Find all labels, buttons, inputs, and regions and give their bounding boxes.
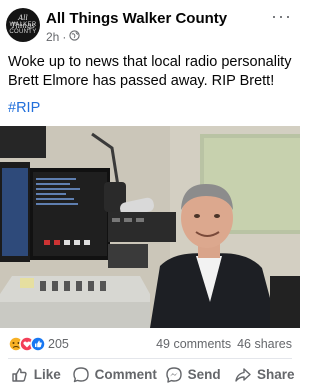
like-label: Like <box>33 367 61 382</box>
page-name-link[interactable]: All Things Walker County <box>46 10 227 27</box>
send-button[interactable]: Send <box>157 359 229 390</box>
avatar-text-line2: WALKER <box>9 22 37 28</box>
avatar-text-line3: COUNTY <box>9 29 37 35</box>
page-avatar[interactable]: All Things WALKER COUNTY <box>6 8 40 42</box>
like-button[interactable]: Like <box>0 359 72 390</box>
share-label: Share <box>256 367 295 382</box>
thumbs-up-icon <box>11 366 29 384</box>
reaction-count[interactable]: 205 <box>48 337 69 351</box>
send-label: Send <box>187 367 221 382</box>
shares-count[interactable]: 46 shares <box>237 337 292 351</box>
post-header: All Things WALKER COUNTY All Things Walk… <box>0 0 300 50</box>
post-photo[interactable] <box>0 126 300 328</box>
comments-count[interactable]: 49 comments <box>156 337 231 351</box>
share-button[interactable]: Share <box>228 359 300 390</box>
action-bar: Like Comment Send Share <box>0 359 300 390</box>
messenger-icon <box>165 366 183 384</box>
hashtag-link[interactable]: #RIP <box>8 100 40 116</box>
share-arrow-icon <box>234 366 252 384</box>
like-emoji-icon <box>30 336 46 352</box>
globe-icon <box>69 30 80 44</box>
comment-button[interactable]: Comment <box>72 359 157 390</box>
comment-label: Comment <box>94 367 157 382</box>
reaction-icons[interactable] <box>8 336 48 352</box>
comment-icon <box>72 366 90 384</box>
reaction-bar: 205 49 comments 46 shares <box>0 330 300 356</box>
post-meta: 2h · <box>46 30 80 44</box>
post-time[interactable]: 2h <box>46 30 59 44</box>
engagement-counts: 49 comments 46 shares <box>156 337 292 351</box>
more-options-button[interactable]: ··· <box>271 6 292 27</box>
radio-studio-photo <box>0 126 300 328</box>
post-text: Woke up to news that local radio persona… <box>8 54 292 89</box>
time-separator: · <box>62 30 67 44</box>
